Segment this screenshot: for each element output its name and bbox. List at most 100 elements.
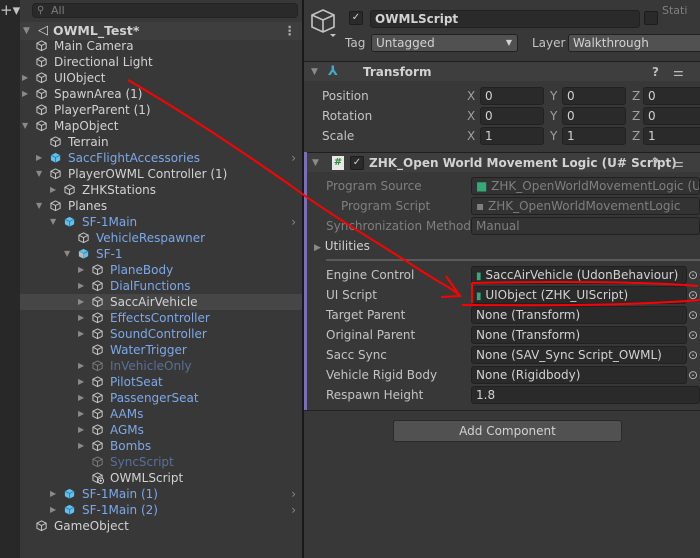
expanded-arrow-icon[interactable]: ▼	[22, 118, 28, 134]
y-axis-label[interactable]: Y	[550, 87, 557, 105]
layer-dropdown[interactable]: Walkthrough	[568, 34, 700, 52]
hierarchy-item[interactable]: WaterTrigger	[20, 342, 302, 358]
chevron-right-icon[interactable]: ›	[291, 150, 296, 166]
z-axis-label[interactable]: Z	[632, 107, 640, 125]
hierarchy-item[interactable]: ▶ SaccFlightAccessories ›	[20, 150, 302, 166]
object-picker-icon[interactable]: ⊙	[688, 326, 698, 344]
component-enabled-checkbox[interactable]: ✓	[350, 156, 364, 170]
hierarchy-item[interactable]: ▶ SaccAirVehicle	[20, 294, 302, 310]
expanded-arrow-icon[interactable]: ▼	[50, 214, 56, 230]
object-field[interactable]: ▮ UIObject (ZHK_UIScript)	[471, 286, 687, 304]
object-field[interactable]: None (Transform)	[471, 306, 687, 324]
collapse-arrow-icon[interactable]: ▼	[311, 62, 318, 82]
hierarchy-item[interactable]: ▶ PlaneBody	[20, 262, 302, 278]
utilities-foldout[interactable]: ▶ Utilities	[314, 237, 370, 257]
collapsed-arrow-icon[interactable]: ▶	[50, 502, 56, 518]
hierarchy-item[interactable]: ▶ PilotSeat	[20, 374, 302, 390]
object-field[interactable]: 1.8	[471, 386, 700, 404]
collapsed-arrow-icon[interactable]: ▶	[78, 262, 84, 278]
collapsed-arrow-icon[interactable]: ▶	[78, 438, 84, 454]
x-input[interactable]: 0	[480, 107, 544, 125]
y-input[interactable]: 0	[562, 87, 626, 105]
collapsed-arrow-icon[interactable]: ▶	[78, 390, 84, 406]
settings-sliders-icon[interactable]: ⚌	[673, 153, 684, 173]
hierarchy-item[interactable]: ▼ MapObject	[20, 118, 302, 134]
hierarchy-item[interactable]: ▶ EffectsController	[20, 310, 302, 326]
hierarchy-item[interactable]: ▶ SF-1Main (2) ›	[20, 502, 302, 518]
x-axis-label[interactable]: X	[467, 127, 475, 145]
gameobject-cube-icon[interactable]	[310, 8, 338, 38]
hierarchy-item[interactable]: Directional Light	[20, 54, 302, 70]
collapsed-arrow-icon[interactable]: ▶	[22, 86, 28, 102]
chevron-right-icon[interactable]: ›	[291, 214, 296, 230]
hierarchy-item[interactable]: Terrain	[20, 134, 302, 150]
object-field[interactable]: None (Transform)	[471, 326, 687, 344]
hierarchy-item[interactable]: ▼ SF-1Main ›	[20, 214, 302, 230]
settings-sliders-icon[interactable]: ⚌	[673, 62, 684, 82]
hierarchy-item[interactable]: ▶ SpawnArea (1)	[20, 86, 302, 102]
help-icon[interactable]: ?	[652, 153, 659, 173]
object-picker-icon[interactable]: ⊙	[688, 266, 698, 284]
object-picker-icon[interactable]: ⊙	[688, 306, 698, 324]
x-input[interactable]: 0	[480, 87, 544, 105]
expanded-arrow-icon[interactable]: ▼	[36, 166, 42, 182]
collapsed-arrow-icon[interactable]: ▶	[50, 182, 56, 198]
hierarchy-item[interactable]: OWMLScript	[20, 470, 302, 486]
object-picker-icon[interactable]: ⊙	[688, 366, 698, 384]
hierarchy-item[interactable]: ▼ PlayerOWML Controller (1)	[20, 166, 302, 182]
object-field[interactable]: None (SAV_Sync Script_OWML)	[471, 346, 687, 364]
help-icon[interactable]: ?	[652, 62, 659, 82]
hierarchy-item[interactable]: PlayerParent (1)	[20, 102, 302, 118]
active-checkbox[interactable]: ✓	[349, 11, 363, 25]
hierarchy-item[interactable]: ▶ Bombs	[20, 438, 302, 454]
add-icon[interactable]: +▾	[0, 1, 20, 19]
hierarchy-item[interactable]: ▶ AAMs	[20, 406, 302, 422]
z-axis-label[interactable]: Z	[632, 87, 640, 105]
tag-dropdown[interactable]: Untagged ▼	[371, 34, 518, 52]
hierarchy-item[interactable]: ▶ DialFunctions	[20, 278, 302, 294]
hierarchy-item[interactable]: SyncScript	[20, 454, 302, 470]
static-checkbox[interactable]	[644, 11, 658, 25]
collapsed-arrow-icon[interactable]: ▶	[78, 406, 84, 422]
expanded-arrow-icon[interactable]: ▼	[64, 246, 70, 262]
z-axis-label[interactable]: Z	[632, 127, 640, 145]
add-component-button[interactable]: Add Component	[393, 420, 622, 442]
collapsed-arrow-icon[interactable]: ▶	[78, 294, 84, 310]
object-picker-icon[interactable]: ⊙	[688, 286, 698, 304]
hierarchy-search-input[interactable]: ⚲ All	[32, 3, 298, 18]
collapsed-arrow-icon[interactable]: ▶	[78, 310, 84, 326]
hierarchy-item[interactable]: ▼ SF-1	[20, 246, 302, 262]
collapse-arrow-icon[interactable]: ▼	[312, 153, 319, 173]
object-field[interactable]: ▮ SaccAirVehicle (UdonBehaviour)	[471, 266, 687, 284]
object-name-input[interactable]: OWMLScript	[370, 10, 640, 28]
chevron-right-icon[interactable]: ›	[291, 486, 296, 502]
chevron-right-icon[interactable]: ›	[291, 502, 296, 518]
collapsed-arrow-icon[interactable]: ▶	[22, 70, 28, 86]
z-input[interactable]: 1	[643, 127, 700, 145]
collapsed-arrow-icon[interactable]: ▶	[78, 422, 84, 438]
hierarchy-item[interactable]: Main Camera	[20, 38, 302, 54]
collapsed-arrow-icon[interactable]: ▶	[78, 326, 84, 342]
hierarchy-item[interactable]: ▶ ZHKStations	[20, 182, 302, 198]
hierarchy-item[interactable]: ▶ SoundController	[20, 326, 302, 342]
expanded-arrow-icon[interactable]: ▼	[36, 198, 42, 214]
collapsed-arrow-icon[interactable]: ▶	[50, 486, 56, 502]
hierarchy-item[interactable]: ▶ PassengerSeat	[20, 390, 302, 406]
collapsed-arrow-icon[interactable]: ▶	[78, 278, 84, 294]
z-input[interactable]: 0	[643, 87, 700, 105]
collapsed-arrow-icon[interactable]: ▶	[78, 358, 84, 374]
hierarchy-item[interactable]: ▶ UIObject	[20, 70, 302, 86]
hierarchy-item[interactable]: ▶ SF-1Main (1) ›	[20, 486, 302, 502]
transform-header[interactable]: ▼ ⅄ Transform ? ⚌	[304, 61, 700, 81]
z-input[interactable]: 0	[643, 107, 700, 125]
y-input[interactable]: 1	[562, 127, 626, 145]
object-field[interactable]: None (Rigidbody)	[471, 366, 687, 384]
x-axis-label[interactable]: X	[467, 107, 475, 125]
y-axis-label[interactable]: Y	[550, 127, 557, 145]
hierarchy-item[interactable]: ▼ Planes	[20, 198, 302, 214]
hierarchy-item[interactable]: ▶ AGMs	[20, 422, 302, 438]
collapsed-arrow-icon[interactable]: ▶	[36, 150, 42, 166]
collapsed-arrow-icon[interactable]: ▶	[78, 374, 84, 390]
component-header[interactable]: ▼ # ✓ ZHK_Open World Movement Logic (U# …	[307, 152, 700, 172]
object-picker-icon[interactable]: ⊙	[688, 346, 698, 364]
